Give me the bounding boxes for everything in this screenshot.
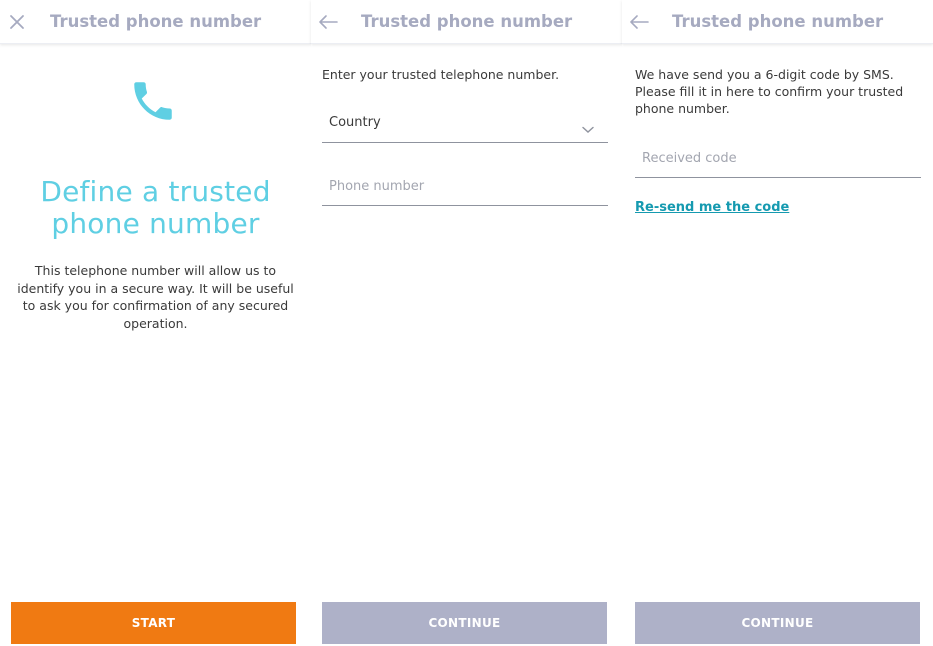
header-title: Trusted phone number [50,12,262,31]
screen-confirm-code: Trusted phone number We have send you a … [622,0,933,646]
resend-code-link[interactable]: Re-send me the code [635,200,789,215]
phone-icon [128,76,178,126]
phone-number-input[interactable] [322,167,608,205]
received-code-field[interactable] [635,138,921,178]
chevron-down-icon[interactable] [582,119,594,133]
screens-row: Trusted phone number Define a trusted ph… [0,0,933,646]
intro-text: Enter your trusted telephone number. [322,67,560,82]
app-header: Trusted phone number [311,0,622,44]
country-select[interactable]: Country [322,103,608,143]
close-icon[interactable] [6,11,28,33]
app-header: Trusted phone number [0,0,311,44]
header-title: Trusted phone number [361,12,573,31]
received-code-input[interactable] [635,139,921,177]
start-button[interactable]: START [11,602,296,644]
app-header: Trusted phone number [622,0,933,44]
back-arrow-icon[interactable] [628,11,650,33]
header-title: Trusted phone number [672,12,884,31]
phone-number-field[interactable] [322,166,608,206]
page-headline: Define a trusted phone number [40,175,271,240]
continue-button[interactable]: CONTINUE [635,602,920,644]
back-arrow-icon[interactable] [317,11,339,33]
screen-define-phone: Trusted phone number Define a trusted ph… [0,0,311,646]
intro-text: We have send you a 6-digit code by SMS. … [635,67,904,116]
screen-enter-phone: Trusted phone number Enter your trusted … [311,0,622,646]
country-select-value[interactable]: Country [322,104,608,142]
description-text: This telephone number will allow us to i… [17,263,294,331]
continue-button[interactable]: CONTINUE [322,602,607,644]
